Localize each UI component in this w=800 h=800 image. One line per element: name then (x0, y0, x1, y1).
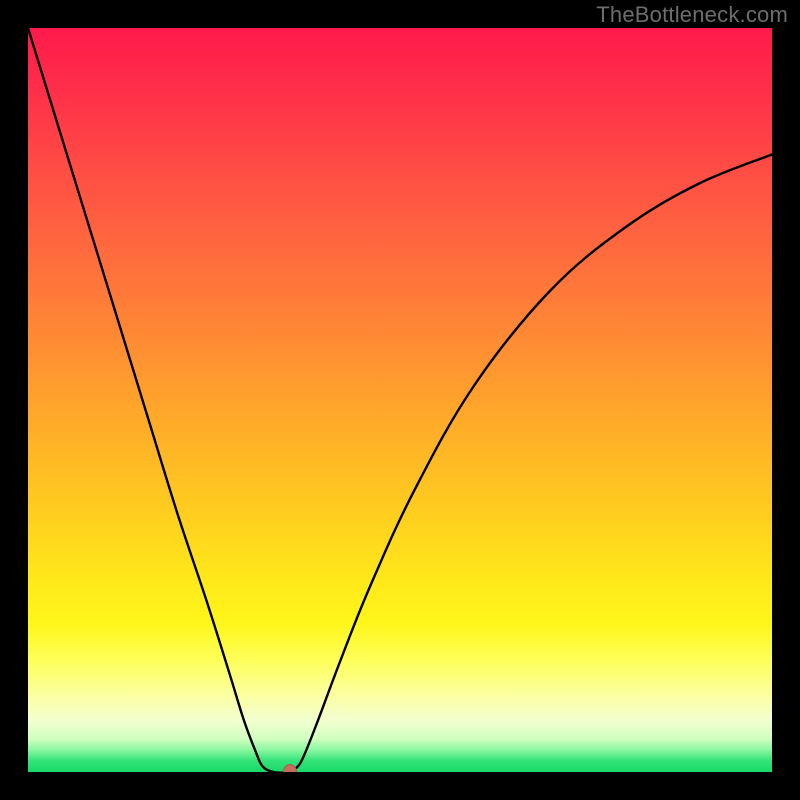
plot-area (28, 28, 772, 772)
watermark-text: TheBottleneck.com (596, 2, 788, 28)
bottleneck-curve (28, 28, 772, 772)
chart-frame: TheBottleneck.com (0, 0, 800, 800)
